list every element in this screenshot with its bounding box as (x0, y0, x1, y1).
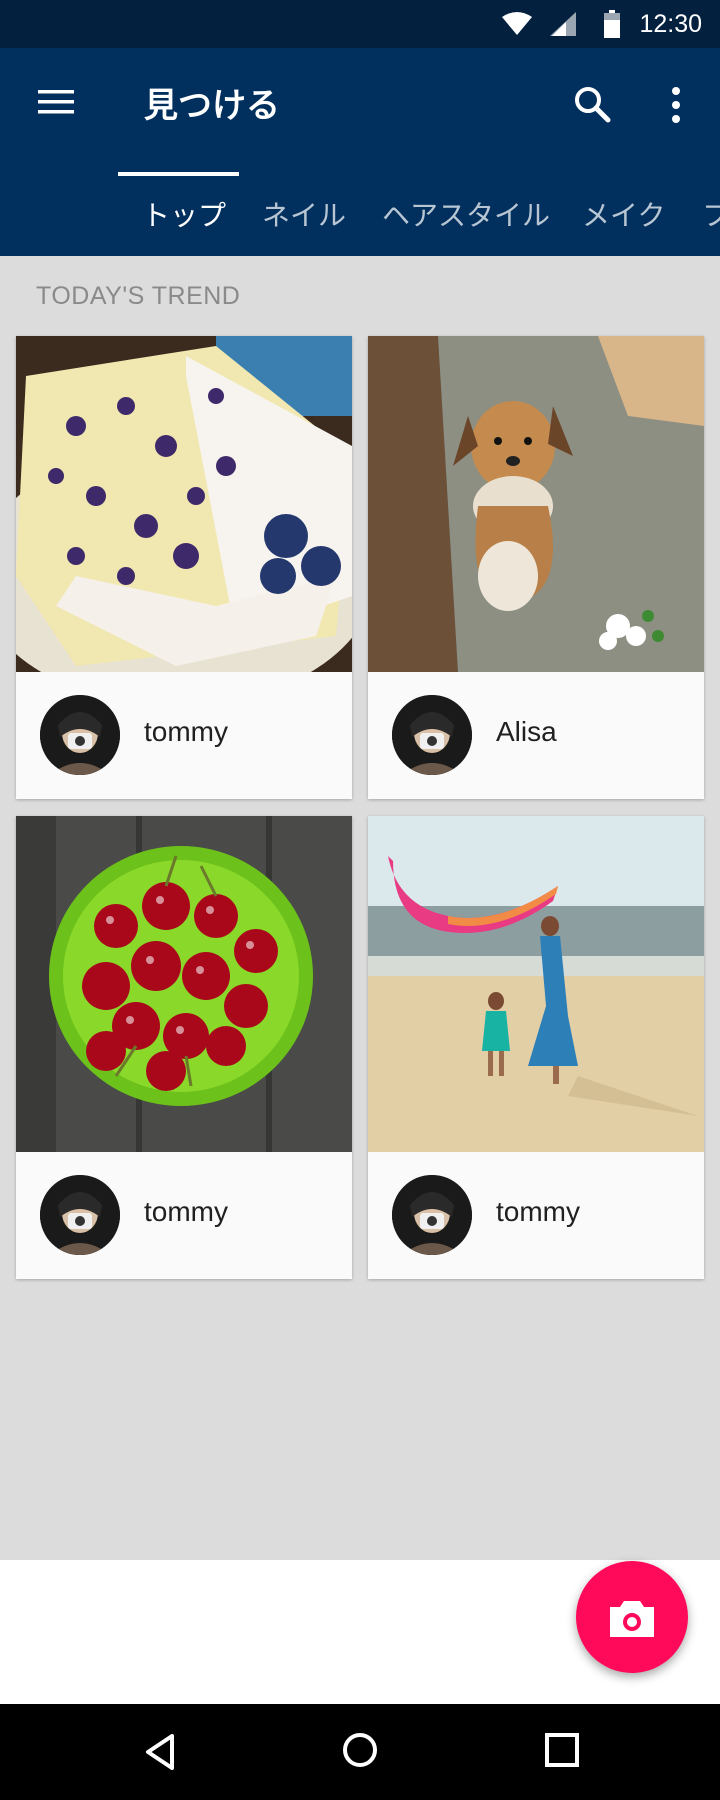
card-username[interactable]: tommy (144, 716, 228, 748)
trend-card[interactable]: tommy (16, 816, 352, 1279)
card-photo-dog[interactable] (368, 336, 704, 672)
trend-card[interactable]: tommy (16, 336, 352, 799)
avatar[interactable] (40, 1175, 120, 1255)
tab-bar: トップ ネイル ヘアスタイル メイク フ (0, 176, 720, 256)
tab-hairstyle[interactable]: ヘアスタイル (382, 194, 550, 234)
battery-icon (604, 10, 620, 38)
trend-card[interactable]: Alisa (368, 336, 704, 799)
home-icon[interactable] (340, 1730, 380, 1770)
tab-more[interactable]: フ (702, 194, 720, 234)
status-time: 12:30 (639, 10, 702, 38)
tab-nail[interactable]: ネイル (262, 194, 346, 234)
app-bar: 見つける トップ ネイル ヘアスタイル メイク フ (0, 48, 720, 256)
card-photo-cherries[interactable] (16, 816, 352, 1152)
avatar[interactable] (392, 1175, 472, 1255)
more-vert-icon[interactable] (656, 80, 696, 130)
card-username[interactable]: Alisa (496, 716, 557, 748)
avatar[interactable] (40, 695, 120, 775)
wifi-icon (502, 12, 532, 35)
card-username[interactable]: tommy (144, 1196, 228, 1228)
card-photo-cake[interactable] (16, 336, 352, 672)
menu-icon[interactable] (28, 82, 84, 122)
tab-top[interactable]: トップ (142, 194, 226, 234)
tab-makeup[interactable]: メイク (582, 194, 665, 234)
page-title: 見つける (144, 86, 280, 126)
camera-button[interactable] (576, 1561, 688, 1673)
system-nav-bar (0, 1704, 720, 1800)
back-icon[interactable] (142, 1732, 178, 1772)
card-photo-beach[interactable] (368, 816, 704, 1152)
search-icon[interactable] (568, 80, 618, 130)
card-username[interactable]: tommy (496, 1196, 580, 1228)
signal-icon (550, 12, 576, 36)
tab-indicator (118, 172, 239, 176)
avatar[interactable] (392, 695, 472, 775)
trend-card[interactable]: tommy (368, 816, 704, 1279)
camera-icon (610, 1601, 654, 1637)
section-title: TODAY'S TREND (36, 282, 241, 310)
recents-icon[interactable] (544, 1732, 580, 1768)
status-bar: 12:30 (0, 0, 720, 48)
